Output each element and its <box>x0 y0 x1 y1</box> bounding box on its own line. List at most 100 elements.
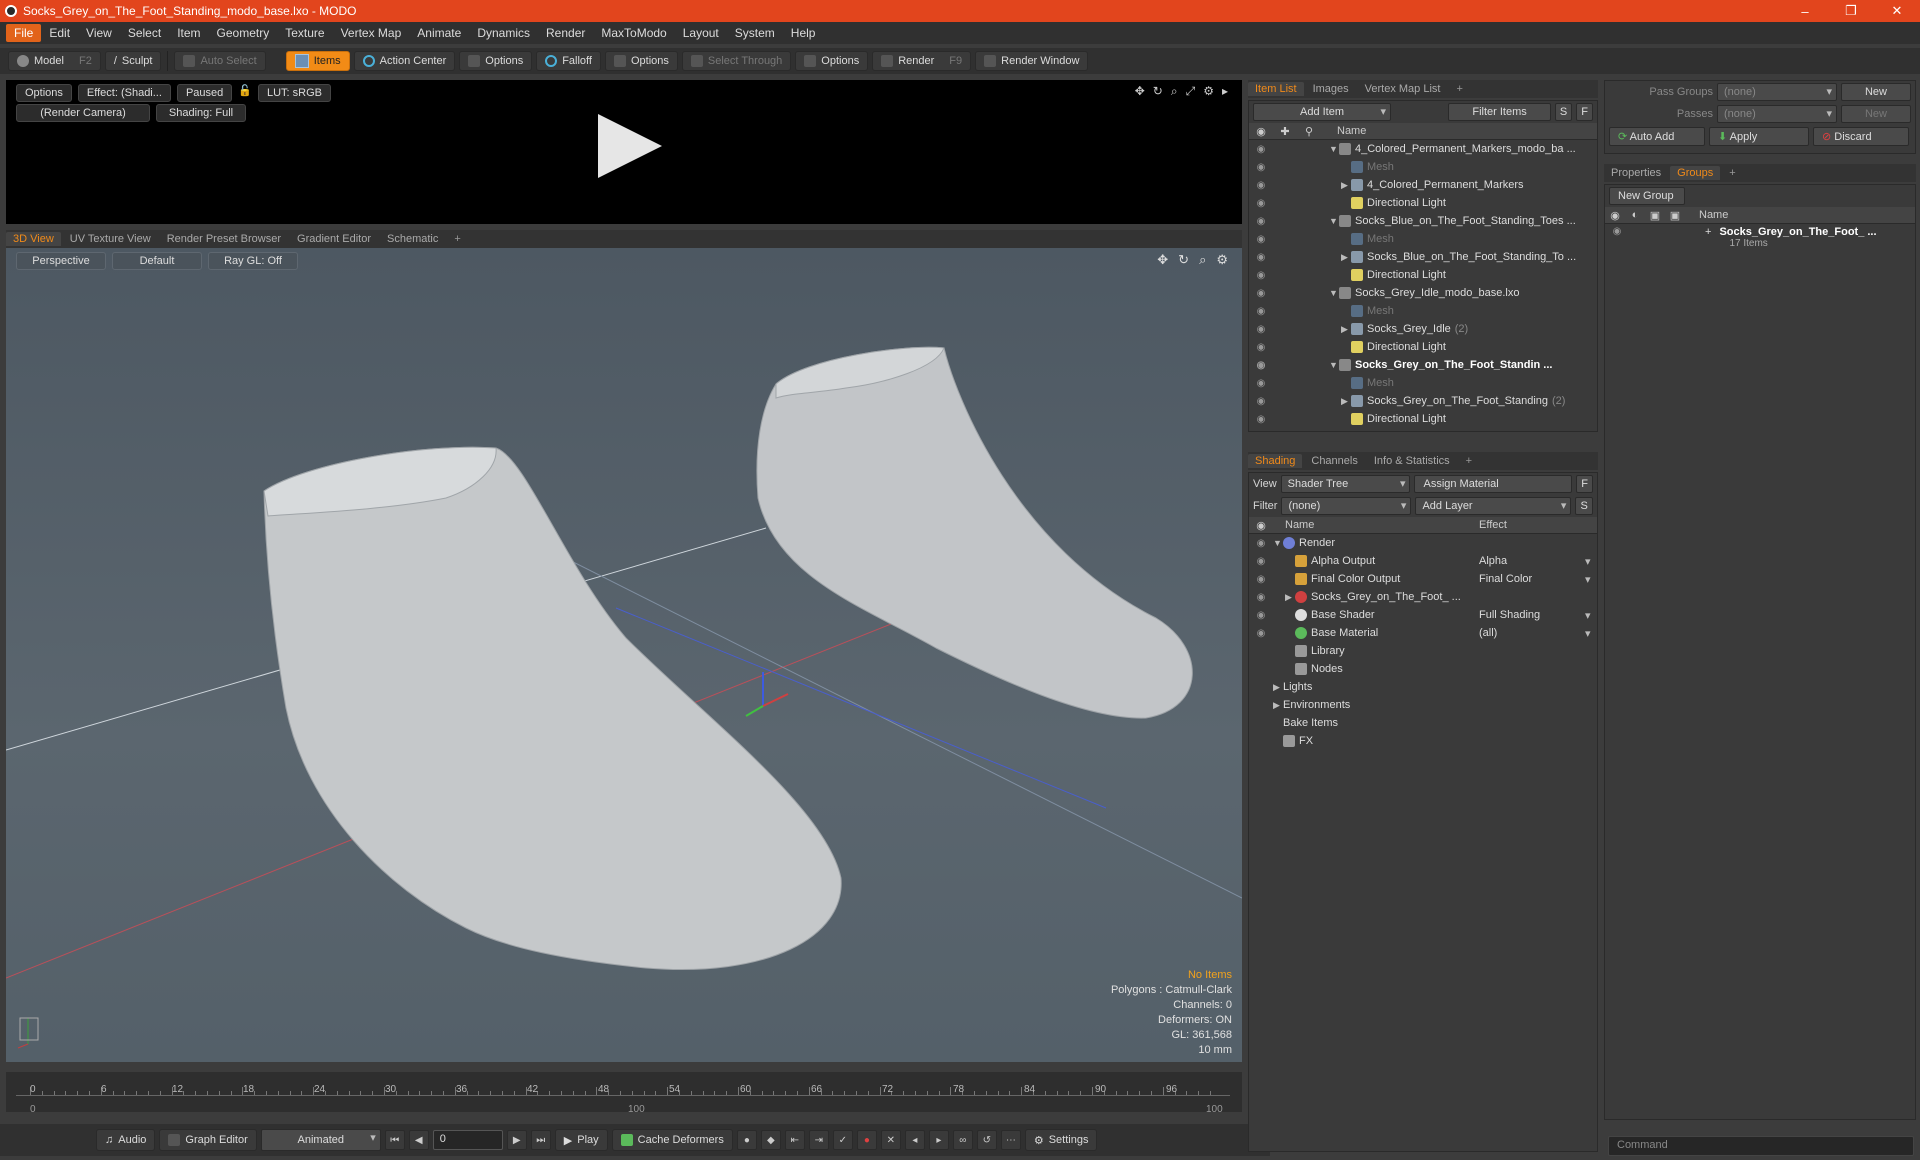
current-frame-input[interactable]: 0 <box>432 1130 503 1150</box>
search-toggle-button[interactable]: S <box>1554 103 1573 121</box>
eye-icon[interactable]: ◉ <box>1255 556 1267 567</box>
chevron-down-icon[interactable]: ▾ <box>1585 627 1591 640</box>
eye-icon[interactable]: ◉ <box>1255 610 1267 621</box>
maximize-button[interactable]: ❐ <box>1828 3 1874 19</box>
render-toggle-icon[interactable]: ◐ <box>1625 209 1645 221</box>
item-list-row[interactable]: ◉ Directional Light <box>1249 338 1597 356</box>
next-frame-icon[interactable]: ▸ <box>928 1130 949 1150</box>
auto-add-button[interactable]: ⟳ Auto Add <box>1609 127 1705 146</box>
item-list-row[interactable]: ◉ Mesh <box>1249 158 1597 176</box>
chevron-down-icon[interactable]: ▾ <box>1585 555 1591 568</box>
item-list-row[interactable]: ◉ Directional Light <box>1249 194 1597 212</box>
new-pass-button[interactable]: New <box>1841 105 1911 123</box>
new-pass-group-button[interactable]: New <box>1841 83 1911 101</box>
effect-dropdown[interactable]: Alpha <box>1479 555 1507 567</box>
item-list-row[interactable]: ◉ Mesh <box>1249 374 1597 392</box>
eye-icon[interactable]: ◉ <box>1605 209 1625 222</box>
graph-editor-button[interactable]: Graph Editor <box>159 1129 257 1151</box>
move-icon[interactable]: ✥ <box>1157 252 1168 268</box>
play-button[interactable]: ▶ Play <box>554 1129 608 1151</box>
menu-file[interactable]: File <box>6 24 42 42</box>
shader-tree-row[interactable]: Bake Items <box>1249 714 1597 732</box>
tab-channels[interactable]: Channels <box>1304 454 1364 468</box>
eye-icon[interactable]: ◉ <box>1255 198 1267 209</box>
passes-dropdown[interactable]: (none) <box>1717 105 1837 123</box>
link-icon[interactable]: ∞ <box>952 1130 973 1150</box>
play-icon[interactable] <box>598 114 662 178</box>
shader-tree-row[interactable]: ◉ Alpha Output Alpha ▾ <box>1249 552 1597 570</box>
view-style-dropdown[interactable]: Default <box>112 252 202 270</box>
prev-key-icon[interactable]: ◀ <box>408 1130 429 1150</box>
chevron-down-icon[interactable]: ▾ <box>1585 573 1591 586</box>
audio-button[interactable]: ♫ Audio <box>96 1129 156 1151</box>
lock-icon[interactable]: ✚ <box>1273 125 1297 138</box>
preview-paused-button[interactable]: Paused <box>176 84 233 102</box>
gear-icon[interactable]: ⚙ <box>1203 84 1214 99</box>
effect-dropdown[interactable]: Full Shading <box>1479 609 1540 621</box>
close-button[interactable]: ✕ <box>1874 3 1920 19</box>
new-group-button[interactable]: New Group <box>1609 187 1685 205</box>
item-list-row[interactable]: ◉ Directional Light <box>1249 266 1597 284</box>
collapse-arrow-icon[interactable]: ▼ <box>1329 360 1339 370</box>
menu-vertex-map[interactable]: Vertex Map <box>333 24 410 42</box>
auto-key-icon[interactable]: ● <box>736 1130 757 1150</box>
auto-select-button[interactable]: Auto Select <box>174 51 266 71</box>
falloff-button[interactable]: Falloff <box>536 51 601 71</box>
eye-icon[interactable]: ◉ <box>1255 574 1267 585</box>
groups-name-column[interactable]: Name <box>1699 209 1728 221</box>
menu-help[interactable]: Help <box>783 24 824 42</box>
items-mode-button[interactable]: Items <box>285 51 350 71</box>
menu-item[interactable]: Item <box>169 24 208 42</box>
tab-schematic[interactable]: Schematic <box>380 232 445 246</box>
select-icon[interactable]: ▣ <box>1665 209 1685 222</box>
assign-material-button[interactable]: Assign Material <box>1414 475 1573 493</box>
eye-icon[interactable]: ◉ <box>1255 234 1267 245</box>
next-key-icon[interactable]: ▶ <box>506 1130 527 1150</box>
eye-icon[interactable]: ◉ <box>1255 288 1267 299</box>
shading-s-button[interactable]: S <box>1575 497 1593 515</box>
item-list-row[interactable]: ◉ Mesh <box>1249 230 1597 248</box>
shader-tree-row[interactable]: ◉ Base Shader Full Shading ▾ <box>1249 606 1597 624</box>
eye-icon[interactable]: ◉ <box>1255 378 1267 389</box>
shader-tree-row[interactable]: ◉ Base Material (all) ▾ <box>1249 624 1597 642</box>
tab-shading[interactable]: Shading <box>1248 454 1303 468</box>
rotate-icon[interactable]: ↻ <box>1153 84 1163 99</box>
3d-viewport[interactable]: Perspective Default Ray GL: Off ✥ ↻ ⌕ ⚙ … <box>6 248 1242 1062</box>
eye-icon[interactable]: ◉ <box>1611 226 1623 237</box>
shader-tree-row[interactable]: ▶ Environments <box>1249 696 1597 714</box>
settings-button[interactable]: ⚙ Settings <box>1024 1129 1098 1151</box>
shader-tree-row[interactable]: Nodes <box>1249 660 1597 678</box>
eye-icon[interactable]: ◉ <box>1255 396 1267 407</box>
more-icon[interactable]: ⋯ <box>1000 1130 1021 1150</box>
eye-icon[interactable]: ◉ <box>1255 538 1267 549</box>
eye-icon[interactable]: ◉ <box>1255 216 1267 227</box>
shading-effect-column[interactable]: Effect <box>1479 519 1507 531</box>
tab-uv-texture-view[interactable]: UV Texture View <box>63 232 158 246</box>
filter-toggle-button[interactable]: F <box>1576 103 1593 121</box>
eye-icon[interactable]: ◉ <box>1249 519 1273 532</box>
set-key-icon[interactable]: ✓ <box>832 1130 853 1150</box>
item-list-row[interactable]: ◉ ▼ 4_Colored_Permanent_Markers_modo_ba ..… <box>1249 140 1597 158</box>
add-item-dropdown[interactable]: Add Item <box>1253 103 1392 121</box>
item-list-row[interactable]: ◉ Mesh <box>1249 302 1597 320</box>
visibility-icon[interactable]: ⚲ <box>1297 125 1321 138</box>
expand-arrow-icon[interactable]: ▶ <box>1285 592 1295 603</box>
collapse-arrow-icon[interactable]: ▼ <box>1273 538 1283 548</box>
shader-tree-row[interactable]: ◉ ▼ Render <box>1249 534 1597 552</box>
item-list-row[interactable]: ◉ ▶ Socks_Grey_on_The_Foot_Standing (2) <box>1249 392 1597 410</box>
preview-options-button[interactable]: Options <box>16 84 72 102</box>
menu-animate[interactable]: Animate <box>409 24 469 42</box>
expand-arrow-icon[interactable]: ▶ <box>1273 700 1283 711</box>
move-icon[interactable]: ✥ <box>1135 84 1145 99</box>
action-center-button[interactable]: Action Center <box>353 51 456 71</box>
shader-tree-row[interactable]: FX <box>1249 732 1597 750</box>
discard-button[interactable]: ⊘ Discard <box>1813 127 1909 146</box>
eye-icon[interactable]: ◉ <box>1255 144 1267 155</box>
item-list-row[interactable]: ◉ ▼ Socks_Grey_Idle_modo_base.lxo <box>1249 284 1597 302</box>
add-tab-button[interactable]: + <box>1449 82 1469 96</box>
gear-icon[interactable]: ⚙ <box>1216 252 1228 268</box>
shader-tree-row[interactable]: ◉ ▶ Socks_Grey_on_The_Foot_ ... <box>1249 588 1597 606</box>
maximize-icon[interactable]: ⤢ <box>1186 84 1196 99</box>
raygl-toggle[interactable]: Ray GL: Off <box>208 252 298 270</box>
collapse-arrow-icon[interactable]: ▼ <box>1329 216 1339 226</box>
